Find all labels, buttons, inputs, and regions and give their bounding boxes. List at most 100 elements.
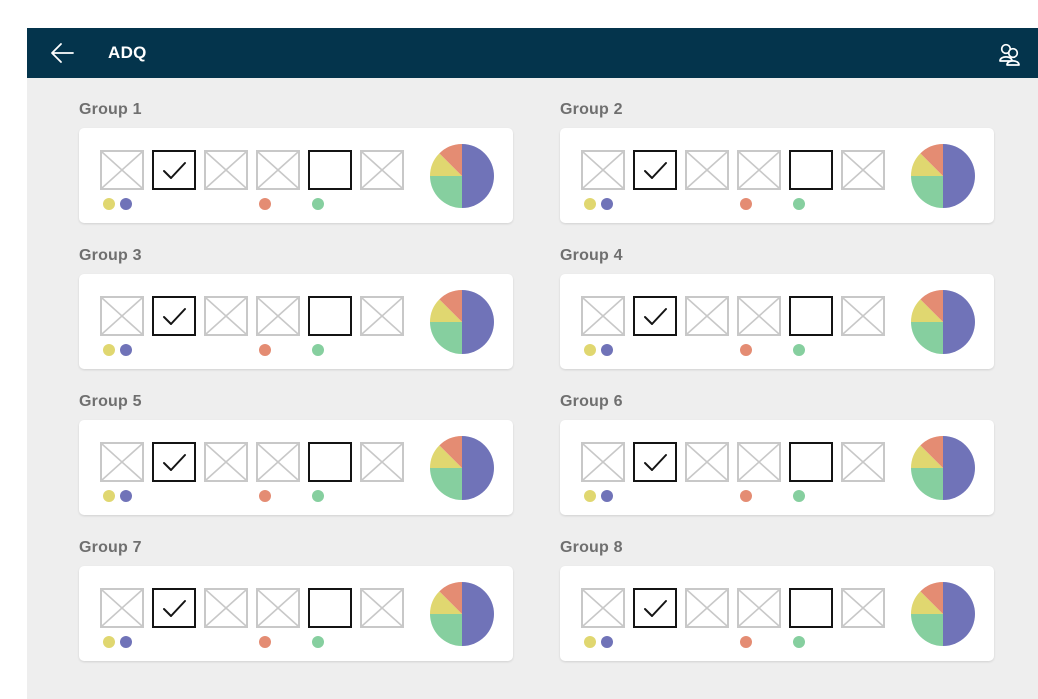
image-placeholder-icon [739, 152, 779, 188]
image-placeholder-icon [583, 152, 623, 188]
orange-dot [740, 344, 752, 356]
image-placeholder[interactable] [581, 150, 625, 190]
image-placeholder[interactable] [737, 150, 781, 190]
empty-item[interactable] [308, 588, 352, 628]
checked-item[interactable] [633, 588, 677, 628]
image-placeholder[interactable] [841, 588, 885, 628]
image-placeholder-icon [843, 298, 883, 334]
group-card [560, 128, 994, 223]
image-placeholder[interactable] [581, 296, 625, 336]
checkmark-icon [644, 600, 667, 617]
image-placeholder[interactable] [256, 150, 300, 190]
yellow-dot [584, 636, 596, 648]
pie-slice [430, 468, 462, 500]
app-title: ADQ [108, 43, 147, 62]
orange-dot [259, 490, 271, 502]
checkmark-icon [644, 162, 667, 179]
group-label: Group 6 [560, 393, 623, 410]
image-placeholder[interactable] [360, 588, 404, 628]
image-placeholder[interactable] [256, 442, 300, 482]
empty-item[interactable] [789, 442, 833, 482]
image-placeholder[interactable] [737, 296, 781, 336]
image-placeholder[interactable] [737, 588, 781, 628]
empty-item[interactable] [789, 296, 833, 336]
image-placeholder[interactable] [581, 442, 625, 482]
purple-dot [120, 198, 132, 210]
empty-item[interactable] [789, 588, 833, 628]
image-placeholder[interactable] [841, 442, 885, 482]
green-dot [793, 636, 805, 648]
pie-slice [430, 322, 462, 354]
image-placeholder-icon [206, 444, 246, 480]
image-placeholder-icon [687, 298, 727, 334]
image-placeholder-icon [687, 444, 727, 480]
checkmark-icon [163, 162, 186, 179]
image-placeholder[interactable] [256, 296, 300, 336]
arrow-left-icon [51, 43, 74, 63]
pie-slice [911, 614, 943, 646]
group-card [79, 566, 513, 661]
yellow-dot [103, 636, 115, 648]
image-placeholder[interactable] [100, 442, 144, 482]
checked-item[interactable] [152, 588, 196, 628]
pie-slice [911, 322, 943, 354]
empty-item[interactable] [789, 150, 833, 190]
image-placeholder[interactable] [204, 150, 248, 190]
image-placeholder[interactable] [204, 296, 248, 336]
orange-dot [259, 636, 271, 648]
users-button[interactable] [996, 40, 1024, 68]
checked-item[interactable] [633, 296, 677, 336]
group-card [79, 128, 513, 223]
image-placeholder[interactable] [685, 296, 729, 336]
image-placeholder-icon [739, 590, 779, 626]
checked-item[interactable] [633, 442, 677, 482]
empty-item[interactable] [308, 442, 352, 482]
image-placeholder-icon [687, 590, 727, 626]
image-placeholder[interactable] [685, 588, 729, 628]
image-placeholder-icon [739, 298, 779, 334]
checked-item[interactable] [152, 296, 196, 336]
image-placeholder[interactable] [685, 150, 729, 190]
yellow-dot [103, 490, 115, 502]
image-placeholder[interactable] [360, 442, 404, 482]
group-label: Group 7 [79, 539, 142, 556]
checkmark-icon [163, 600, 186, 617]
purple-dot [120, 344, 132, 356]
image-placeholder[interactable] [685, 442, 729, 482]
image-placeholder[interactable] [737, 442, 781, 482]
image-placeholder-icon [206, 298, 246, 334]
pie-slice [943, 582, 975, 646]
image-placeholder[interactable] [100, 296, 144, 336]
purple-dot [601, 636, 613, 648]
group-label: Group 4 [560, 247, 623, 264]
image-placeholder[interactable] [581, 588, 625, 628]
checked-item[interactable] [633, 150, 677, 190]
image-placeholder-icon [102, 298, 142, 334]
image-placeholder-icon [258, 298, 298, 334]
image-placeholder[interactable] [204, 588, 248, 628]
green-dot [312, 636, 324, 648]
image-placeholder-icon [102, 590, 142, 626]
users-icon [999, 43, 1020, 66]
image-placeholder[interactable] [360, 150, 404, 190]
empty-item[interactable] [308, 296, 352, 336]
image-placeholder[interactable] [100, 150, 144, 190]
purple-dot [601, 198, 613, 210]
back-button[interactable] [47, 39, 77, 67]
image-placeholder[interactable] [100, 588, 144, 628]
checked-item[interactable] [152, 150, 196, 190]
image-placeholder-icon [102, 444, 142, 480]
image-placeholder[interactable] [841, 150, 885, 190]
image-placeholder-icon [258, 152, 298, 188]
image-placeholder[interactable] [256, 588, 300, 628]
app-canvas: ADQ Group 1 Group 2 Group 3 Group 4 Group 5 G… [27, 28, 1038, 699]
image-placeholder[interactable] [204, 442, 248, 482]
empty-item[interactable] [308, 150, 352, 190]
group-label: Group 5 [79, 393, 142, 410]
checked-item[interactable] [152, 442, 196, 482]
orange-dot [259, 198, 271, 210]
image-placeholder[interactable] [841, 296, 885, 336]
orange-dot [259, 344, 271, 356]
green-dot [793, 490, 805, 502]
image-placeholder[interactable] [360, 296, 404, 336]
